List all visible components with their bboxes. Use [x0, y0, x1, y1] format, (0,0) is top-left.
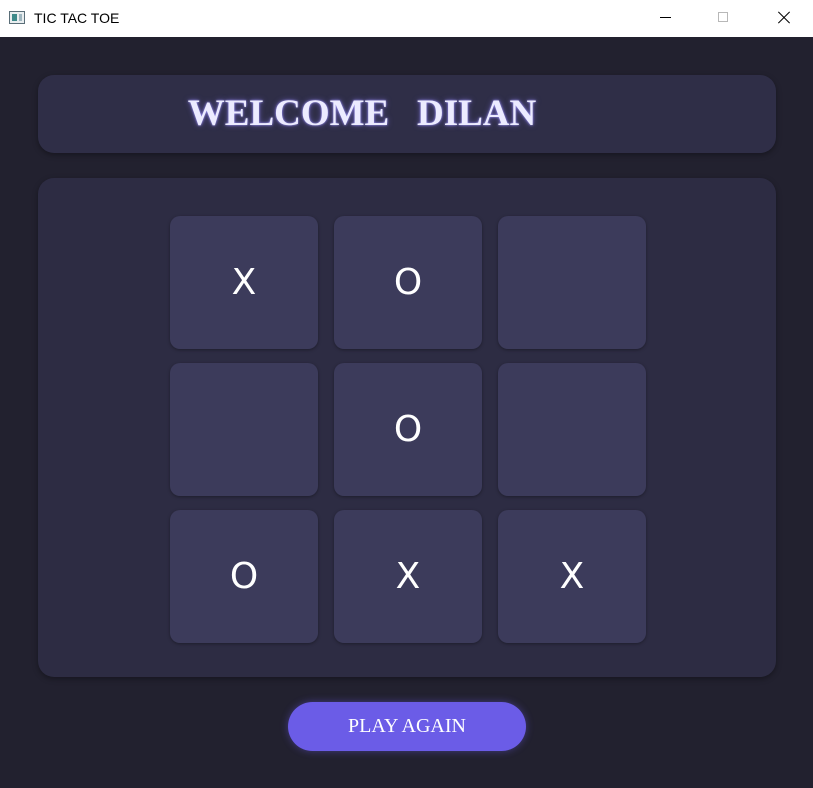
board-cell-2[interactable]: O	[334, 216, 482, 349]
welcome-message: WELCOME DILAN	[187, 93, 537, 134]
title-bar: TIC TAC TOE	[0, 0, 813, 37]
close-button[interactable]	[755, 0, 813, 37]
board-cell-3[interactable]	[498, 216, 646, 349]
welcome-banner: WELCOME DILAN	[38, 75, 776, 153]
board-cell-1[interactable]: X	[170, 216, 318, 349]
game-board-panel: X O O O X X	[38, 178, 776, 677]
board-cell-4[interactable]	[170, 363, 318, 496]
window-title: TIC TAC TOE	[34, 10, 120, 26]
play-again-button[interactable]: PLAY AGAIN	[288, 702, 526, 751]
board-cell-7[interactable]: O	[170, 510, 318, 643]
board-cell-8[interactable]: X	[334, 510, 482, 643]
minimize-button[interactable]	[637, 0, 695, 37]
tic-tac-toe-grid: X O O O X X	[170, 216, 646, 643]
board-cell-6[interactable]	[498, 363, 646, 496]
board-cell-9[interactable]: X	[498, 510, 646, 643]
board-cell-5[interactable]: O	[334, 363, 482, 496]
maximize-button[interactable]	[695, 0, 753, 37]
app-window-icon	[9, 11, 25, 24]
